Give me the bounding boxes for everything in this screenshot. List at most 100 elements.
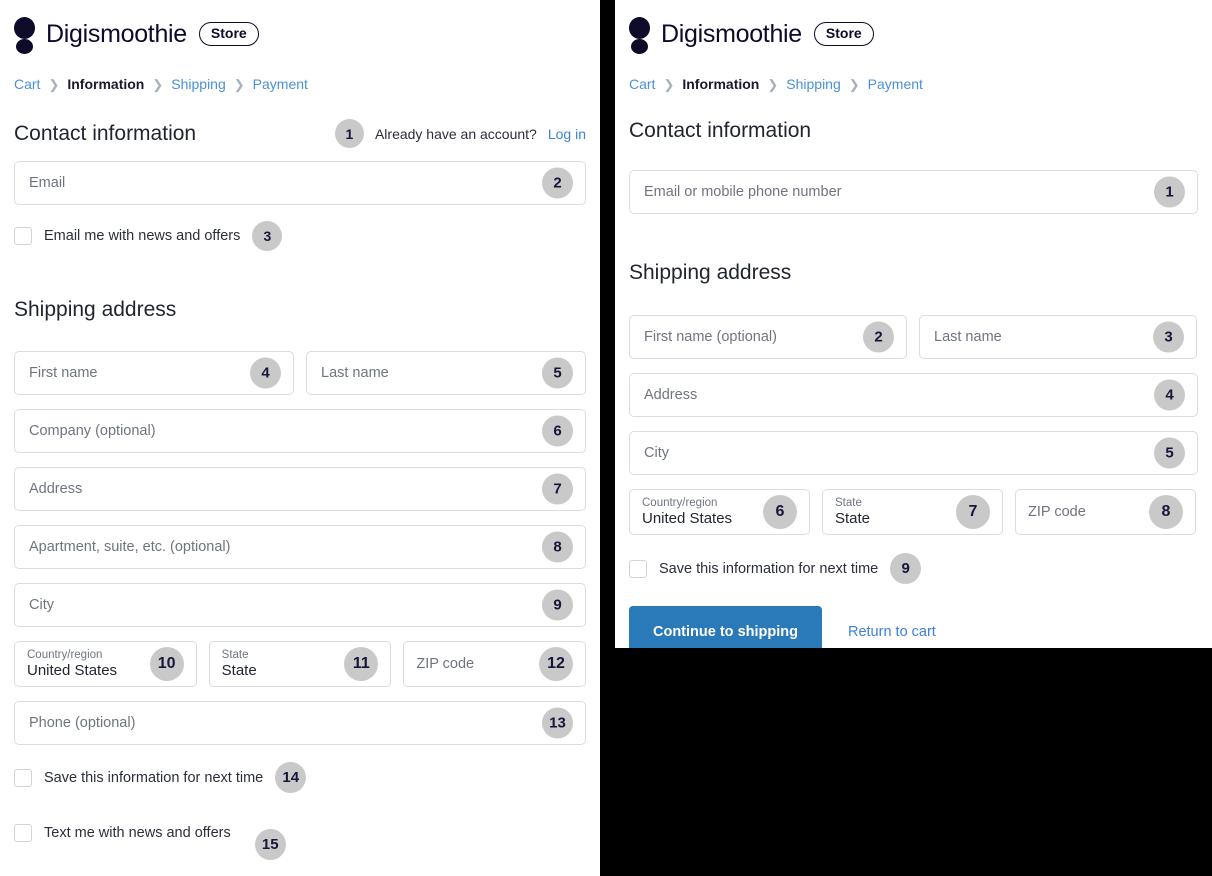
breadcrumb-item-payment[interactable]: Payment [253,76,308,92]
apartment-placeholder: Apartment, suite, etc. (optional) [29,539,231,555]
two-dots-logo-icon [14,15,36,54]
country-region-value: United States [27,661,118,679]
city-field[interactable]: City 9 [14,583,586,627]
email-news-label: Email me with news and offers [44,228,241,244]
company-placeholder: Company (optional) [29,423,156,439]
breadcrumb: Cart ❯ Information ❯ Shipping ❯ Payment [14,76,586,92]
contact-information-header: Contact information 1 Already have an ac… [14,119,586,148]
return-to-cart-link[interactable]: Return to cart [848,624,936,640]
breadcrumb-item-shipping[interactable]: Shipping [171,76,226,92]
contact-information-title: Contact information [14,121,197,145]
phone-field[interactable]: Phone (optional) 13 [14,701,586,745]
last-name-field[interactable]: Last name 3 [919,315,1197,359]
annotation-badge-3: 3 [1153,321,1184,353]
city-placeholder: City [29,597,54,613]
breadcrumb-item-cart[interactable]: Cart [14,76,40,92]
two-dots-logo-icon [629,15,651,54]
zip-code-field[interactable]: ZIP code 8 [1015,489,1196,535]
shipping-address-title-right: Shipping address [629,261,792,284]
email-or-phone-field[interactable]: Email or mobile phone number 1 [629,170,1198,214]
last-name-placeholder: Last name [321,365,389,381]
log-in-link[interactable]: Log in [548,126,586,142]
brand-name-right: Digismoothie [661,19,802,48]
zip-code-field[interactable]: ZIP code 12 [403,641,587,687]
annotation-badge-10: 10 [149,647,184,681]
country-region-label: Country/region [27,648,103,661]
last-name-field[interactable]: Last name 5 [306,351,586,395]
breadcrumb-item-cart[interactable]: Cart [629,76,655,92]
email-news-checkbox[interactable] [14,227,32,245]
chevron-right-icon: ❯ [48,76,60,92]
save-info-checkbox-row[interactable]: Save this information for next time 14 [14,762,586,793]
save-info-checkbox[interactable] [14,768,32,787]
annotation-badge-5: 5 [542,357,573,389]
city-placeholder: City [644,445,669,461]
annotation-badge-13: 13 [542,707,573,739]
city-field[interactable]: City 5 [629,431,1198,475]
country-region-value: United States [642,509,733,527]
save-info-label: Save this information for next time [44,769,264,786]
state-value: State [835,509,871,527]
shipping-address-title: Shipping address [14,298,177,321]
annotation-badge-7: 7 [956,495,990,529]
save-info-checkbox[interactable] [629,559,647,578]
annotation-badge-3: 3 [252,221,283,251]
breadcrumb-item-payment[interactable]: Payment [868,76,923,92]
right-actions-row: Continue to shipping Return to cart [629,606,1198,648]
first-name-placeholder: First name [29,365,98,381]
country-region-label: Country/region [642,496,718,509]
brand-header-right[interactable]: Digismoothie Store [629,14,1198,54]
address-field[interactable]: Address 7 [14,467,586,511]
screenshot-stage: Digismoothie Store Cart ❯ Information ❯ … [0,0,1212,876]
text-news-label: Text me with news and offers [44,825,231,841]
contact-information-title-right: Contact information [629,119,812,142]
annotation-badge-14: 14 [275,762,307,793]
email-field[interactable]: Email 2 [14,161,586,205]
last-name-placeholder: Last name [934,329,1002,345]
breadcrumb-item-information[interactable]: Information [67,76,144,92]
chevron-right-icon: ❯ [848,76,860,92]
company-field[interactable]: Company (optional) 6 [14,409,586,453]
breadcrumb-item-information[interactable]: Information [682,76,759,92]
left-checkout-panel: Digismoothie Store Cart ❯ Information ❯ … [0,0,600,876]
annotation-badge-6: 6 [542,415,573,447]
annotation-badge-8: 8 [542,531,573,563]
annotation-badge-9: 9 [542,589,573,621]
phone-placeholder: Phone (optional) [29,715,136,731]
annotation-badge-8: 8 [1149,495,1183,529]
region-row: Country/region United States 10 State St… [14,641,587,687]
annotation-badge-15: 15 [254,829,286,860]
breadcrumb-item-shipping[interactable]: Shipping [786,76,841,92]
continue-to-shipping-button[interactable]: Continue to shipping [629,606,822,648]
annotation-badge-1: 1 [1154,176,1185,208]
brand-header[interactable]: Digismoothie Store [14,14,586,54]
text-news-checkbox[interactable] [14,824,32,842]
state-select[interactable]: State State 7 [822,489,1003,535]
name-row-right: First name (optional) 2 Last name 3 [629,315,1198,359]
address-field[interactable]: Address 4 [629,373,1198,417]
apartment-field[interactable]: Apartment, suite, etc. (optional) 8 [14,525,586,569]
first-name-field[interactable]: First name (optional) 2 [629,315,907,359]
account-prompt-text: Already have an account? [374,125,537,142]
email-or-phone-placeholder: Email or mobile phone number [644,184,842,200]
annotation-badge-4: 4 [250,357,281,389]
first-name-field[interactable]: First name 4 [14,351,294,395]
annotation-badge-11: 11 [344,647,379,681]
annotation-badge-2: 2 [863,321,894,353]
text-news-checkbox-row[interactable]: Text me with news and offers 15 [14,806,586,860]
annotation-badge-4: 4 [1154,379,1185,411]
country-region-select[interactable]: Country/region United States 10 [14,641,197,687]
breadcrumb-right: Cart ❯ Information ❯ Shipping ❯ Payment [629,76,1198,92]
chevron-right-icon: ❯ [152,76,164,92]
email-news-checkbox-row[interactable]: Email me with news and offers 3 [14,221,586,251]
annotation-badge-2: 2 [542,167,573,199]
zip-code-placeholder: ZIP code [1028,504,1086,520]
state-select[interactable]: State State 11 [208,641,392,687]
save-info-label: Save this information for next time [659,560,879,577]
chevron-right-icon: ❯ [233,76,245,92]
address-placeholder: Address [29,481,83,497]
country-region-select[interactable]: Country/region United States 6 [629,489,810,535]
name-row: First name 4 Last name 5 [14,351,586,395]
save-info-checkbox-row-right[interactable]: Save this information for next time 9 [629,553,1198,584]
panel-divider [600,0,615,876]
